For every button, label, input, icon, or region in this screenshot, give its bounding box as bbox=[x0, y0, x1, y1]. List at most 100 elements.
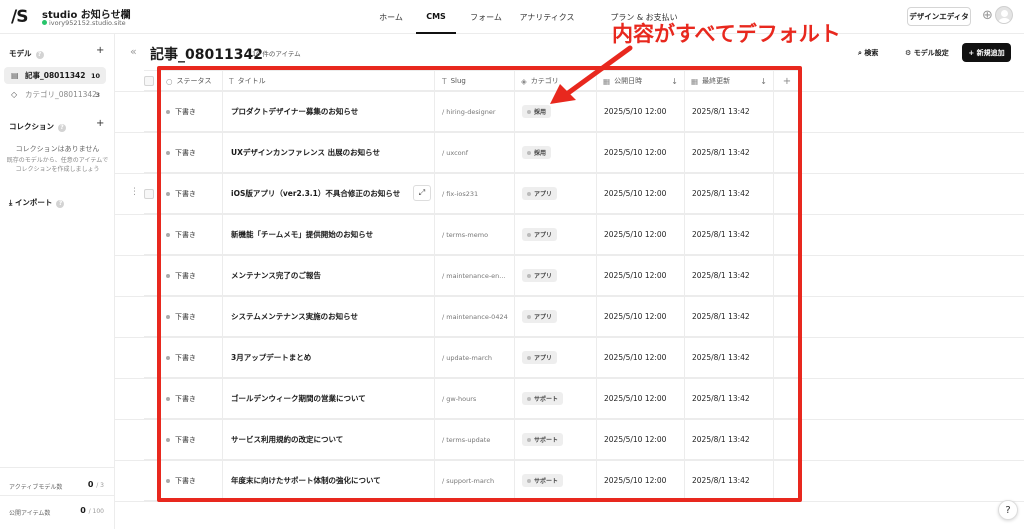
slug-cell[interactable]: / maintenance-en... bbox=[435, 255, 515, 296]
category-cell[interactable]: サポート bbox=[515, 419, 597, 460]
row-checkbox[interactable] bbox=[144, 189, 154, 199]
design-editor-button[interactable]: デザインエディタ bbox=[907, 7, 971, 26]
published-date-cell[interactable]: 2025/5/10 12:00 bbox=[597, 419, 685, 460]
slug-cell[interactable]: / uxconf bbox=[435, 132, 515, 173]
select-all-checkbox[interactable] bbox=[144, 76, 154, 86]
updated-date-cell[interactable]: 2025/8/1 13:42 bbox=[685, 173, 774, 214]
table-row[interactable]: 下書き 新機能「チームメモ」提供開始のお知らせ / terms-memo アプリ 202… bbox=[144, 214, 800, 255]
search-button[interactable]: ⌕ 検索 bbox=[858, 48, 878, 58]
status-cell[interactable]: 下書き bbox=[157, 91, 223, 132]
slug-cell[interactable]: / support-march bbox=[435, 460, 515, 501]
slug-cell[interactable]: / update-march bbox=[435, 337, 515, 378]
title-cell[interactable]: UXデザインカンファレンス 出展のお知らせ bbox=[223, 132, 435, 173]
updated-date-cell[interactable]: 2025/8/1 13:42 bbox=[685, 132, 774, 173]
status-cell[interactable]: 下書き bbox=[157, 378, 223, 419]
published-date-cell[interactable]: 2025/5/10 12:00 bbox=[597, 214, 685, 255]
status-cell[interactable]: 下書き bbox=[157, 132, 223, 173]
title-cell[interactable]: 新機能「チームメモ」提供開始のお知らせ bbox=[223, 214, 435, 255]
published-date-cell[interactable]: 2025/5/10 12:00 bbox=[597, 173, 685, 214]
status-cell[interactable]: 下書き bbox=[157, 419, 223, 460]
table-row[interactable]: 下書き サービス利用規約の改定について / terms-update サポート 2025… bbox=[144, 419, 800, 460]
updated-date-cell[interactable]: 2025/8/1 13:42 bbox=[685, 460, 774, 501]
updated-date-cell[interactable]: 2025/8/1 13:42 bbox=[685, 91, 774, 132]
site-url[interactable]: ivory952152.studio.site bbox=[42, 19, 126, 27]
category-cell[interactable]: アプリ bbox=[515, 296, 597, 337]
sort-arrow-icon[interactable]: ↓ bbox=[671, 77, 678, 86]
column-slug[interactable]: T Slug bbox=[435, 71, 515, 91]
table-row[interactable]: 下書き UXデザインカンファレンス 出展のお知らせ / uxconf 採用 2025/5… bbox=[144, 132, 800, 173]
published-date-cell[interactable]: 2025/5/10 12:00 bbox=[597, 255, 685, 296]
updated-date-cell[interactable]: 2025/8/1 13:42 bbox=[685, 419, 774, 460]
status-cell[interactable]: 下書き bbox=[157, 214, 223, 255]
drag-handle-icon[interactable]: ⋮ bbox=[130, 187, 139, 197]
add-column-button[interactable]: + bbox=[774, 71, 800, 91]
expand-icon[interactable]: ⤢ bbox=[413, 185, 431, 201]
add-circle-icon[interactable]: ⊕ bbox=[982, 8, 993, 23]
table-row[interactable]: 下書き システムメンテナンス実施のお知らせ / maintenance-0424 アプ… bbox=[144, 296, 800, 337]
title-cell[interactable]: サービス利用規約の改定について bbox=[223, 419, 435, 460]
title-cell[interactable]: 年度末に向けたサポート体制の強化について bbox=[223, 460, 435, 501]
status-cell[interactable]: 下書き bbox=[157, 255, 223, 296]
slug-cell[interactable]: / hiring-designer bbox=[435, 91, 515, 132]
slug-cell[interactable]: / terms-update bbox=[435, 419, 515, 460]
add-model-button[interactable]: + bbox=[96, 45, 104, 56]
help-icon[interactable]: ? bbox=[58, 124, 66, 132]
status-cell[interactable]: 下書き bbox=[157, 337, 223, 378]
model-settings-button[interactable]: ⚙ モデル設定 bbox=[905, 48, 949, 58]
table-row[interactable]: 下書き 3月アップデートまとめ / update-march アプリ 2025/5/10… bbox=[144, 337, 800, 378]
published-date-cell[interactable]: 2025/5/10 12:00 bbox=[597, 296, 685, 337]
import-button[interactable]: ⤓ インポート? bbox=[9, 197, 65, 208]
title-cell[interactable]: システムメンテナンス実施のお知らせ bbox=[223, 296, 435, 337]
category-cell[interactable]: アプリ bbox=[515, 173, 597, 214]
help-icon[interactable]: ? bbox=[35, 51, 44, 59]
slug-cell[interactable]: / gw-hours bbox=[435, 378, 515, 419]
published-date-cell[interactable]: 2025/5/10 12:00 bbox=[597, 378, 685, 419]
category-cell[interactable]: アプリ bbox=[515, 337, 597, 378]
status-cell[interactable]: 下書き bbox=[157, 296, 223, 337]
updated-date-cell[interactable]: 2025/8/1 13:42 bbox=[685, 296, 774, 337]
add-collection-button[interactable]: + bbox=[96, 118, 104, 129]
updated-date-cell[interactable]: 2025/8/1 13:42 bbox=[685, 378, 774, 419]
category-cell[interactable]: アプリ bbox=[515, 214, 597, 255]
published-date-cell[interactable]: 2025/5/10 12:00 bbox=[597, 337, 685, 378]
table-row[interactable]: 下書き iOS版アプリ（ver2.3.1）不具合修正のお知らせ / fix-ios2… bbox=[144, 173, 800, 214]
published-date-cell[interactable]: 2025/5/10 12:00 bbox=[597, 460, 685, 501]
sort-arrow-icon[interactable]: ↓ bbox=[760, 77, 767, 86]
column-updated[interactable]: ▦ 最終更新 ↓ bbox=[685, 71, 774, 91]
status-cell[interactable]: 下書き bbox=[157, 460, 223, 501]
slug-cell[interactable]: / terms-memo bbox=[435, 214, 515, 255]
published-date-cell[interactable]: 2025/5/10 12:00 bbox=[597, 132, 685, 173]
status-cell[interactable]: 下書き bbox=[157, 173, 223, 214]
sidebar-item-categories[interactable]: ◇ カテゴリ_08011342 3 bbox=[4, 86, 106, 103]
chevron-down-icon[interactable]: ⌄ bbox=[120, 7, 127, 16]
help-button[interactable]: ? bbox=[998, 500, 1018, 520]
title-cell[interactable]: メンテナンス完了のご報告 bbox=[223, 255, 435, 296]
studio-logo[interactable]: /S bbox=[11, 7, 28, 27]
updated-date-cell[interactable]: 2025/8/1 13:42 bbox=[685, 255, 774, 296]
table-row[interactable]: 下書き ゴールデンウィーク期間の営業について / gw-hours サポート 2025/… bbox=[144, 378, 800, 419]
help-icon[interactable]: ? bbox=[56, 200, 65, 208]
slug-cell[interactable]: / maintenance-0424 bbox=[435, 296, 515, 337]
title-cell[interactable]: iOS版アプリ（ver2.3.1）不具合修正のお知らせ bbox=[223, 173, 435, 214]
avatar[interactable] bbox=[995, 6, 1013, 24]
title-cell[interactable]: ゴールデンウィーク期間の営業について bbox=[223, 378, 435, 419]
nav-cms[interactable]: CMS bbox=[416, 0, 456, 34]
updated-date-cell[interactable]: 2025/8/1 13:42 bbox=[685, 214, 774, 255]
column-title[interactable]: T タイトル bbox=[223, 71, 435, 91]
table-row[interactable]: 下書き メンテナンス完了のご報告 / maintenance-en... アプリ 202… bbox=[144, 255, 800, 296]
sidebar-item-articles[interactable]: ▤ 記事_08011342 10 bbox=[4, 67, 106, 84]
table-row[interactable]: 下書き 年度末に向けたサポート体制の強化について / support-march サポ… bbox=[144, 460, 800, 501]
title-cell[interactable]: 3月アップデートまとめ bbox=[223, 337, 435, 378]
nav-analytics[interactable]: アナリティクス bbox=[514, 0, 580, 34]
title-cell[interactable]: プロダクトデザイナー募集のお知らせ bbox=[223, 91, 435, 132]
table-row[interactable]: 下書き プロダクトデザイナー募集のお知らせ / hiring-designer 採用 2… bbox=[144, 91, 800, 132]
category-cell[interactable]: サポート bbox=[515, 460, 597, 501]
collapse-sidebar-icon[interactable]: « bbox=[130, 45, 137, 58]
category-cell[interactable]: アプリ bbox=[515, 255, 597, 296]
category-cell[interactable]: 採用 bbox=[515, 132, 597, 173]
add-new-button[interactable]: + 新規追加 bbox=[962, 43, 1011, 62]
category-cell[interactable]: サポート bbox=[515, 378, 597, 419]
nav-form[interactable]: フォーム bbox=[462, 0, 510, 34]
column-status[interactable]: ○ ステータス bbox=[157, 71, 223, 91]
slug-cell[interactable]: / fix-ios231 bbox=[435, 173, 515, 214]
